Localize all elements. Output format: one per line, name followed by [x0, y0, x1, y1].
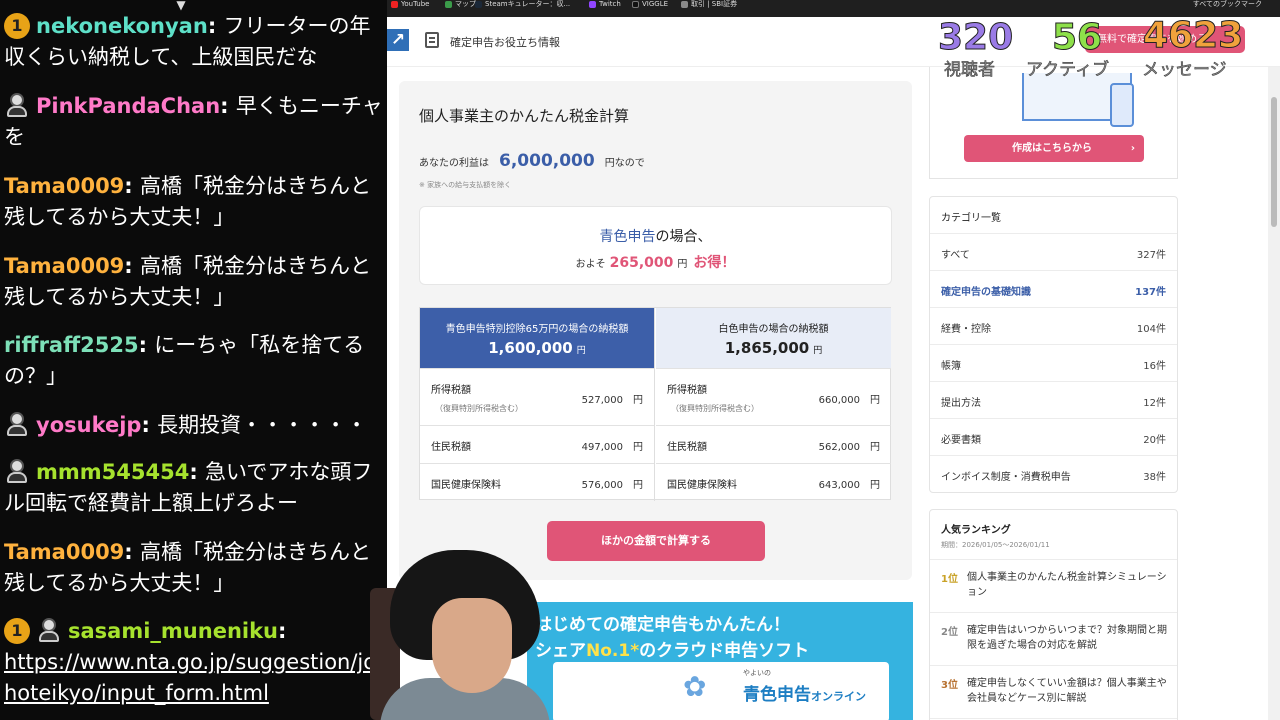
- ad-product-card: ✿ やよいの 青色申告オンライン: [553, 662, 889, 720]
- active-label: アクティブ: [1026, 60, 1110, 81]
- chat-username[interactable]: Tama0009: [4, 174, 124, 198]
- avatar-icon: [4, 91, 30, 117]
- chat-username[interactable]: Tama0009: [4, 254, 124, 278]
- white-total: 1,865,000: [724, 339, 810, 357]
- chat-username[interactable]: yosukejp: [36, 413, 141, 437]
- table-row: 住民税額 497,000 円: [420, 425, 654, 463]
- logo-icon[interactable]: ↗: [387, 29, 409, 51]
- category-item[interactable]: すべて 327件: [930, 234, 1177, 271]
- table-row: 所得税額 （復興特別所得税含む） 660,000 円: [656, 368, 891, 425]
- youtube-icon: [391, 1, 398, 8]
- savings-amount: 265,000: [609, 255, 674, 271]
- chevron-right-icon: ›: [1130, 143, 1135, 154]
- tax-calculator-card: 個人事業主のかんたん税金計算 あなたの利益は 6,000,000 円なので ※ …: [399, 81, 912, 580]
- calculator-note: ※ 家族への給与支払額を除く: [419, 181, 512, 189]
- category-list: カテゴリ一覧 すべて 327件 確定申告の基礎知識 137件 経費・控除 104件 帳…: [929, 196, 1178, 493]
- badge-icon: 1: [4, 13, 30, 39]
- avatar-icon: [36, 616, 62, 642]
- bookmark-viggle[interactable]: VIGGLE: [632, 0, 668, 9]
- maps-icon: [445, 1, 452, 8]
- ranking-item[interactable]: 2位 確定申告はいつからいつまで？対象期間と期限を過ぎた場合の対応を解説: [930, 613, 1177, 666]
- promo-card: 作成はこちらから ›: [929, 67, 1178, 179]
- ranking-item[interactable]: 1位 個人事業主のかんたん税金計算シミュレーション: [930, 560, 1177, 613]
- chat-colon: :: [207, 14, 224, 38]
- chat-username[interactable]: mmm545454: [36, 460, 189, 484]
- table-row: 国民健康保険料 643,000 円: [656, 463, 891, 501]
- viewers-label: 視聴者: [944, 60, 996, 81]
- category-item[interactable]: インボイス制度・消費税申告 38件: [930, 456, 1177, 493]
- table-row: 国民健康保険料 576,000 円: [420, 463, 654, 501]
- calculator-title: 個人事業主のかんたん税金計算: [419, 107, 630, 125]
- chat-username[interactable]: riffraff2525: [4, 333, 139, 357]
- chat-message: 1 sasami_muneniku: https://www.nta.go.jp/s…: [4, 616, 384, 709]
- chat-message: yosukejp: 長期投資・・・・・・: [4, 410, 384, 441]
- page-scrollbar[interactable]: [1268, 67, 1280, 720]
- blue-return-column: 青色申告特別控除65万円の場合の納税額 1,600,000 円 所得税額 （復興特別…: [420, 308, 655, 501]
- chat-message: Tama0009: 高橋「税金分はきちんと残してるから大丈夫！」: [4, 254, 372, 309]
- twitch-icon: [589, 1, 596, 8]
- document-icon: [425, 32, 439, 48]
- tax-comparison-table: 青色申告特別控除65万円の場合の納税額 1,600,000 円 所得税額 （復興特別…: [419, 307, 891, 501]
- category-item[interactable]: 確定申告の基礎知識 137件: [930, 271, 1177, 308]
- bookmark-steam[interactable]: Steamキュレーター：収...: [475, 0, 570, 9]
- bookmark-maps[interactable]: マップ: [445, 0, 476, 9]
- avatar-icon: [4, 410, 30, 436]
- chat-message: Tama0009: 高橋「税金分はきちんと残してるから大丈夫！」: [4, 540, 372, 595]
- yayoi-flower-icon: ✿: [683, 670, 707, 703]
- chat-username[interactable]: sasami_muneniku: [68, 619, 278, 643]
- chat-message: Tama0009: 高橋「税金分はきちんと残してるから大丈夫！」: [4, 174, 372, 229]
- ranking-title: 人気ランキング: [941, 525, 1011, 536]
- avatar-icon: [4, 457, 30, 483]
- bookmark-twitch[interactable]: Twitch: [589, 0, 621, 9]
- phone-illustration-icon: [1110, 83, 1134, 127]
- category-item[interactable]: 帳簿 16件: [930, 345, 1177, 382]
- bookmark-sbi[interactable]: 取引 | SBI証券: [681, 0, 737, 9]
- table-row: 住民税額 562,000 円: [656, 425, 891, 463]
- chat-message: 1 nekonekonyan: フリーターの年収くらい納税して、上級国民だな: [4, 11, 384, 73]
- chat-link[interactable]: https://www.nta.go.jp/suggestion/johotei…: [4, 650, 376, 705]
- scroll-thumb[interactable]: [1271, 97, 1277, 227]
- recalculate-button[interactable]: ほかの金額で計算する: [547, 521, 765, 561]
- chat-message: PinkPandaChan: 早くもニーチャを: [4, 91, 384, 153]
- category-item[interactable]: 提出方法 12件: [930, 382, 1177, 419]
- nav-title[interactable]: 確定申告お役立ち情報: [450, 34, 560, 50]
- bookmark-youtube[interactable]: YouTube: [391, 0, 429, 9]
- savings-box: 青色申告の場合、 およそ 265,000 円お得！: [419, 206, 892, 285]
- chat-panel: ▼ 1 nekonekonyan: フリーターの年収くらい納税して、上級国民だな …: [0, 0, 387, 720]
- folder-icon: [681, 1, 688, 8]
- category-title: カテゴリ一覧: [930, 197, 1177, 234]
- chat-message: mmm545454: 急いでアホな頭フル回転で経費計上額上げろよー: [4, 457, 384, 519]
- table-row: 所得税額 （復興特別所得税含む） 527,000 円: [420, 368, 654, 425]
- webcam-overlay: [370, 548, 560, 720]
- white-return-column: 白色申告の場合の納税額 1,865,000 円 所得税額 （復興特別所得税含む） 66…: [656, 308, 891, 501]
- streamer-face: [432, 598, 512, 693]
- profit-value: 6,000,000: [499, 151, 595, 171]
- chat-message: riffraff2525: にーちゃ「私を捨てるの？」: [4, 333, 365, 388]
- all-bookmarks[interactable]: すべてのブックマーク: [1193, 0, 1262, 9]
- chat-username[interactable]: nekonekonyan: [36, 14, 208, 38]
- chat-username[interactable]: PinkPandaChan: [36, 94, 220, 118]
- ranking-period: 期間：2026/01/05〜2026/01/11: [930, 536, 1177, 560]
- chat-text: 長期投資・・・・・・: [157, 413, 368, 437]
- ranking-item[interactable]: 3位 確定申告しなくていい金額は？個人事業主や会社員などケース別に解説: [930, 666, 1177, 719]
- badge-icon: 1: [4, 618, 30, 644]
- viewers-count: 320: [937, 17, 1014, 58]
- ad-banner[interactable]: はじめての確定申告もかんたん！ シェアNo.1*のクラウド申告ソフト ✿ やよい…: [527, 602, 913, 720]
- active-count: 56: [1051, 17, 1103, 58]
- promo-create-button[interactable]: 作成はこちらから ›: [964, 135, 1144, 162]
- steam-icon: [475, 1, 482, 8]
- messages-count: 4623: [1142, 15, 1244, 56]
- category-item[interactable]: 経費・控除 104件: [930, 308, 1177, 345]
- messages-label: メッセージ: [1142, 60, 1227, 81]
- chat-username[interactable]: Tama0009: [4, 540, 124, 564]
- profit-line: あなたの利益は 6,000,000 円なので: [419, 151, 645, 171]
- blue-total: 1,600,000: [488, 339, 573, 357]
- viggle-icon: [632, 1, 639, 8]
- ranking-list: 人気ランキング 期間：2026/01/05〜2026/01/11 1位 個人事業主…: [929, 509, 1178, 720]
- category-item[interactable]: 必要書類 20件: [930, 419, 1177, 456]
